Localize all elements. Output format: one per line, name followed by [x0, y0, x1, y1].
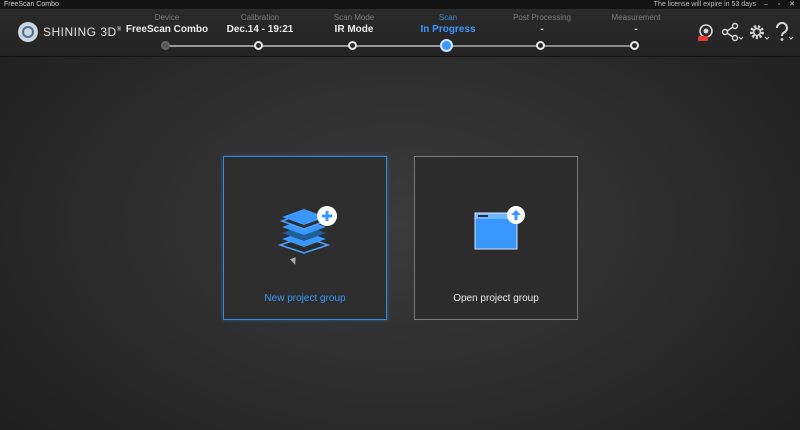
step-value: Dec.14 - 19:21: [226, 24, 294, 35]
share-icon[interactable]: [721, 22, 743, 42]
step-marker: [440, 39, 453, 52]
workflow-header: SHINING 3D® Device FreeScan Combo Calibr…: [0, 9, 800, 57]
step-scan-mode[interactable]: Scan Mode IR Mode: [307, 13, 401, 50]
license-notice: The license will expire in 53 days: [653, 1, 756, 8]
maximize-button[interactable]: ▫: [773, 0, 785, 9]
step-value: IR Mode: [334, 24, 374, 35]
step-calibration[interactable]: Calibration Dec.14 - 19:21: [213, 13, 307, 50]
open-project-group-button[interactable]: Open project group: [414, 156, 578, 320]
brand-name: SHINING 3D®: [43, 25, 122, 39]
step-marker: [536, 41, 545, 50]
step-category: Scan Mode: [333, 13, 375, 22]
step-category: Calibration: [240, 13, 280, 22]
open-window-upload-icon: [465, 203, 531, 259]
step-marker: [161, 41, 170, 50]
step-scan[interactable]: Scan In Progress: [401, 13, 495, 52]
step-marker: [630, 41, 639, 50]
step-value: -: [634, 24, 638, 35]
step-category: Device: [154, 13, 180, 22]
record-icon[interactable]: [696, 22, 716, 42]
open-project-group-label: Open project group: [453, 293, 539, 304]
step-marker: [348, 41, 357, 50]
settings-icon[interactable]: [748, 22, 770, 42]
step-category: Post Processing: [513, 13, 571, 22]
layers-add-icon: [274, 203, 340, 259]
brand-logo-icon: [18, 22, 38, 42]
step-device[interactable]: Device FreeScan Combo: [120, 13, 214, 50]
title-bar: FreeScan Combo The license will expire i…: [0, 0, 800, 9]
step-marker: [254, 41, 263, 50]
help-icon[interactable]: [773, 22, 794, 42]
minimize-button[interactable]: –: [760, 0, 772, 9]
step-value: In Progress: [420, 24, 476, 35]
close-button[interactable]: ✕: [786, 0, 798, 9]
step-post-processing[interactable]: Post Processing -: [495, 13, 589, 50]
step-category: Measurement: [611, 13, 661, 22]
step-measurement[interactable]: Measurement -: [589, 13, 683, 50]
new-project-group-label: New project group: [264, 293, 346, 304]
step-value: -: [540, 24, 544, 35]
window-title: FreeScan Combo: [4, 1, 59, 8]
new-project-group-button[interactable]: New project group: [223, 156, 387, 320]
progress-line-done: [166, 45, 448, 47]
step-category: Scan: [438, 13, 458, 22]
step-value: FreeScan Combo: [125, 24, 209, 35]
brand-logo: SHINING 3D®: [18, 21, 122, 43]
